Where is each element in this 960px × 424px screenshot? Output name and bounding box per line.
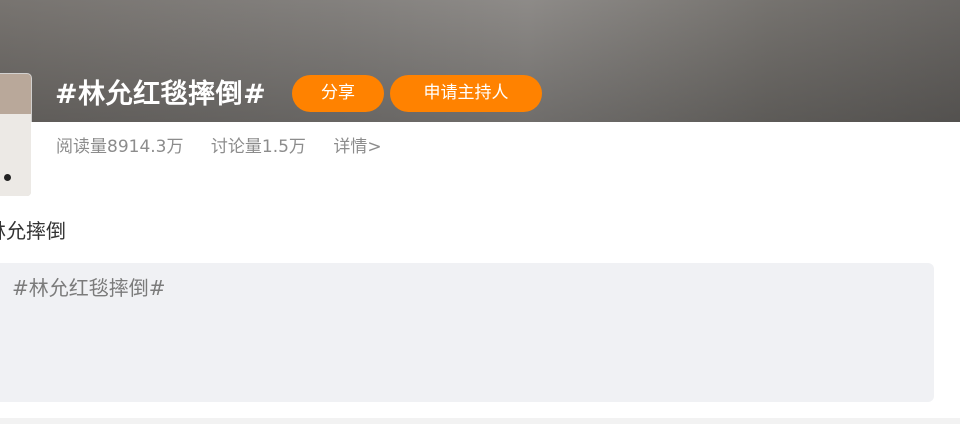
topic-stats: 阅读量8914.3万 讨论量1.5万 详情>: [56, 134, 404, 160]
read-count: 阅读量8914.3万: [56, 137, 184, 157]
topic-lead-text: 林允摔倒: [0, 219, 66, 243]
composer-text[interactable]: #林允红毯摔倒#: [12, 275, 166, 301]
post-composer[interactable]: #林允红毯摔倒#: [0, 263, 934, 402]
details-link[interactable]: 详情>: [333, 137, 381, 157]
topic-avatar[interactable]: [0, 74, 31, 196]
section-divider: [0, 418, 960, 424]
discussion-count: 讨论量1.5万: [210, 137, 306, 157]
apply-host-button[interactable]: 申请主持人: [390, 75, 542, 112]
share-button[interactable]: 分享: [292, 75, 384, 112]
topic-title: #林允红毯摔倒#: [55, 79, 267, 110]
